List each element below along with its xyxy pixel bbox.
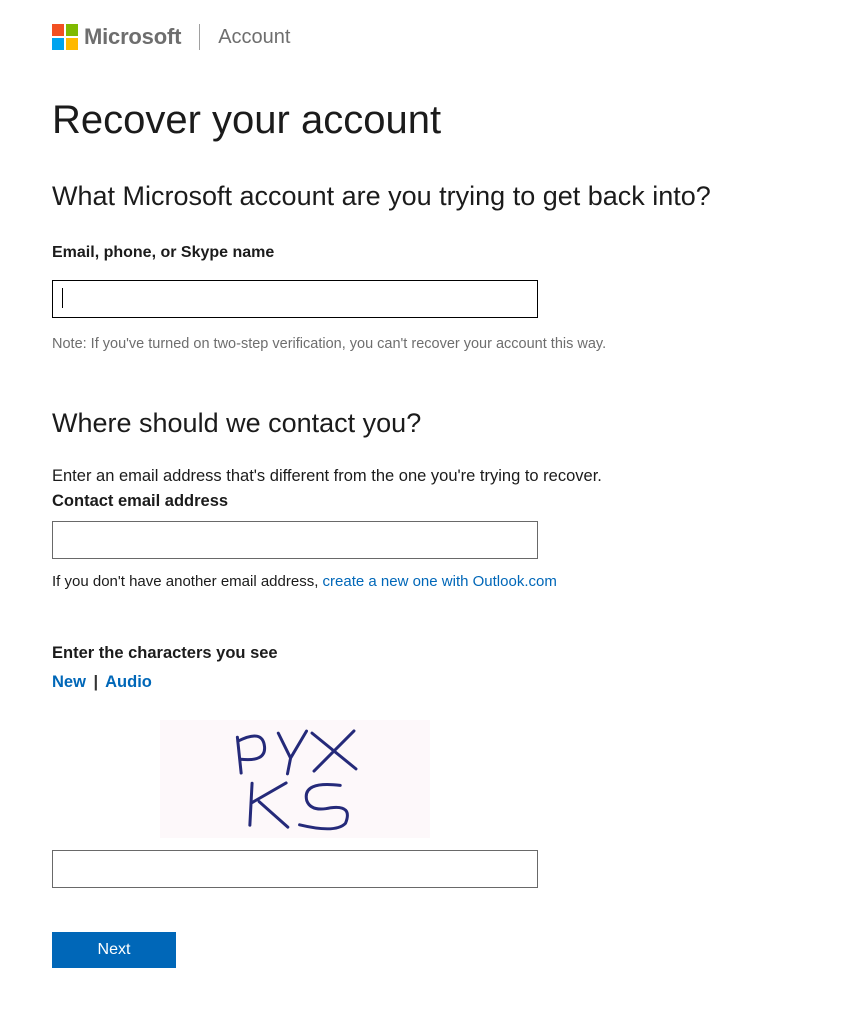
page-title: Recover your account <box>52 98 804 143</box>
microsoft-logo: Microsoft <box>52 24 181 50</box>
section-account-heading: What Microsoft account are you trying to… <box>52 181 804 212</box>
contact-instruction: Enter an email address that's different … <box>52 467 804 486</box>
captcha-svg-icon <box>195 724 395 834</box>
microsoft-logo-icon <box>52 24 78 50</box>
next-button[interactable]: Next <box>52 932 176 968</box>
outlook-hint-prefix: If you don't have another email address, <box>52 573 323 590</box>
captcha-audio-link[interactable]: Audio <box>105 673 152 691</box>
captcha-link-separator: | <box>94 673 99 691</box>
captcha-label: Enter the characters you see <box>52 644 804 663</box>
account-input[interactable] <box>52 280 538 318</box>
header-bar: Microsoft Account <box>0 0 856 60</box>
captcha-image <box>160 720 430 838</box>
brand-name: Microsoft <box>84 24 181 50</box>
two-step-note: Note: If you've turned on two-step verif… <box>52 336 804 352</box>
create-outlook-link[interactable]: create a new one with Outlook.com <box>323 573 557 590</box>
captcha-new-link[interactable]: New <box>52 673 86 691</box>
contact-email-input[interactable] <box>52 521 538 559</box>
section-contact-heading: Where should we contact you? <box>52 408 804 439</box>
header-divider <box>199 24 200 50</box>
contact-field-label: Contact email address <box>52 492 804 511</box>
account-field-label: Email, phone, or Skype name <box>52 244 804 262</box>
captcha-input[interactable] <box>52 850 538 888</box>
outlook-hint: If you don't have another email address,… <box>52 573 804 590</box>
header-subtitle: Account <box>218 26 290 49</box>
